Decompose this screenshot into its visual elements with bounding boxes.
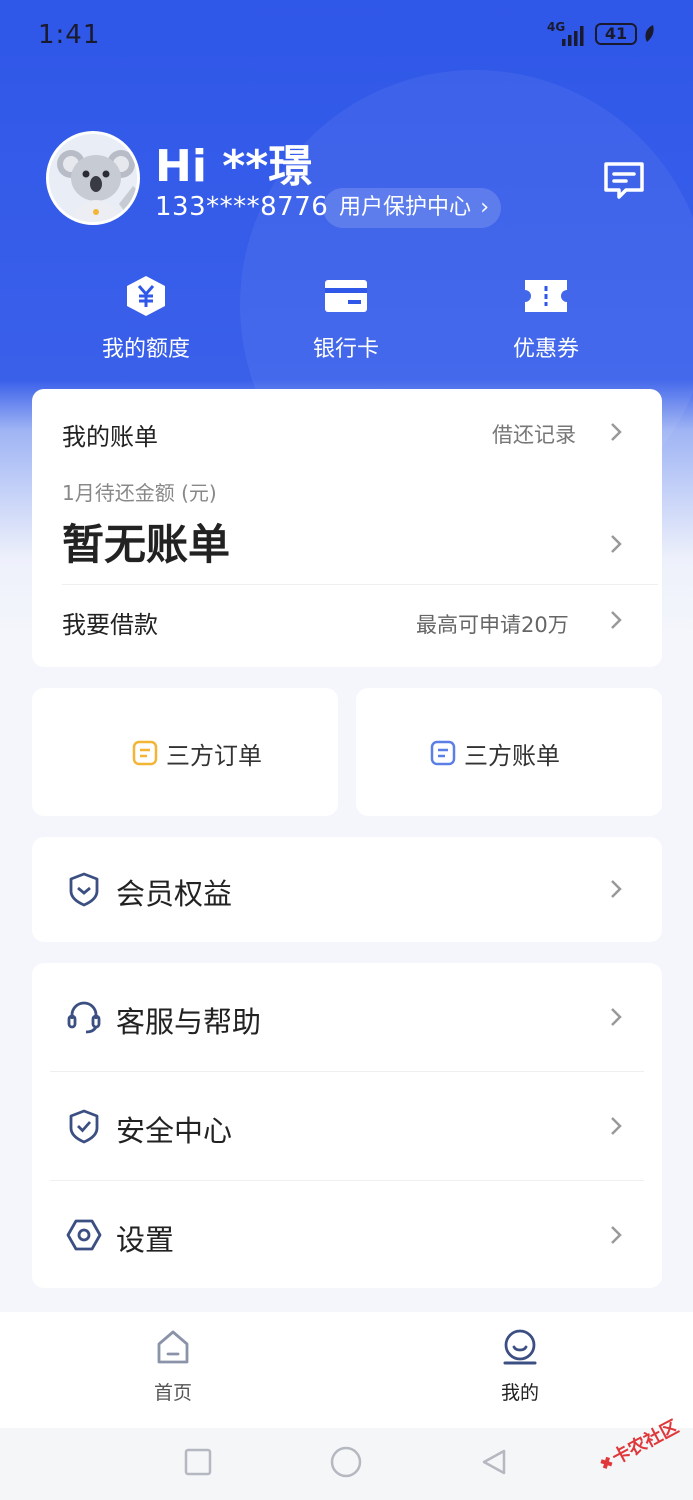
membership-row[interactable]: 会员权益 — [32, 837, 662, 942]
quick-action-coupon[interactable]: 优惠券 — [466, 275, 626, 363]
watermark-logo: 卡农社区 — [590, 1405, 690, 1485]
settings-row[interactable]: 设置 — [32, 1181, 662, 1288]
bills-doc-icon — [430, 740, 456, 766]
chevron-right-icon — [611, 880, 622, 898]
divider — [62, 584, 658, 585]
bank-card-icon — [325, 280, 367, 312]
service-menu-card: 客服与帮助 安全中心 设置 — [32, 963, 662, 1288]
avatar[interactable] — [46, 131, 140, 225]
masked-phone-number: 133****8776 — [155, 192, 329, 222]
battery-indicator: 41 — [595, 23, 637, 45]
home-icon — [157, 1330, 189, 1364]
svg-text:卡农社区: 卡农社区 — [608, 1416, 682, 1469]
security-center-label: 安全中心 — [116, 1114, 233, 1148]
nav-mine-label: 我的 — [500, 1382, 539, 1404]
nav-tab-home[interactable]: 首页 — [120, 1328, 226, 1414]
settings-hexagon-icon — [66, 1219, 102, 1251]
third-party-orders-label: 三方订单 — [166, 742, 262, 770]
third-party-bills-card[interactable]: 三方账单 — [356, 688, 662, 816]
due-amount-value[interactable]: 暂无账单 — [62, 511, 230, 572]
third-party-bills-label: 三方账单 — [464, 742, 560, 770]
power-saving-leaf-icon — [645, 25, 654, 42]
chevron-right-icon — [611, 1226, 622, 1244]
third-party-orders-card[interactable]: 三方订单 — [32, 688, 338, 816]
customer-service-label: 客服与帮助 — [116, 1005, 262, 1039]
message-icon[interactable] — [602, 160, 646, 200]
quick-action-credit-limit[interactable]: 我的额度 — [66, 275, 226, 363]
membership-label: 会员权益 — [116, 877, 233, 911]
settings-label: 设置 — [116, 1223, 175, 1257]
borrow-limit-text: 最高可申请20万 — [416, 613, 569, 637]
quick-action-bank-card[interactable]: 银行卡 — [266, 275, 426, 363]
yuan-hexagon-icon — [127, 276, 165, 316]
headset-icon — [67, 1001, 101, 1034]
quick-action-label: 银行卡 — [312, 337, 379, 362]
quick-action-label: 优惠券 — [512, 337, 579, 362]
bill-title: 我的账单 — [62, 423, 158, 451]
borrow-repay-history-link[interactable]: 借还记录 — [492, 419, 576, 449]
home-button-icon[interactable] — [330, 1446, 362, 1478]
status-bar: 1:41 4G 41 — [0, 0, 693, 70]
nav-tab-mine[interactable]: 我的 — [467, 1328, 573, 1414]
customer-service-row[interactable]: 客服与帮助 — [32, 963, 662, 1071]
security-shield-icon — [69, 1109, 99, 1144]
coupon-icon — [525, 280, 567, 312]
watermark-badge-icon: 卡农社区 — [600, 1416, 682, 1469]
back-button-icon[interactable] — [480, 1448, 508, 1476]
profile-face-icon — [503, 1329, 537, 1365]
chevron-right-icon — [611, 1008, 622, 1026]
chevron-right-icon[interactable] — [610, 534, 622, 554]
due-amount-label: 1月待还金额 (元) — [62, 481, 217, 505]
signal-icon — [562, 26, 584, 46]
chevron-right-icon[interactable] — [610, 422, 622, 442]
borrow-label[interactable]: 我要借款 — [62, 605, 158, 640]
user-protection-center-label: 用户保护中心 — [339, 195, 472, 220]
greeting-title: Hi **璟 — [155, 141, 313, 192]
quick-action-label: 我的额度 — [101, 337, 190, 362]
status-time: 1:41 — [38, 20, 101, 50]
nav-home-label: 首页 — [153, 1382, 192, 1404]
recent-apps-icon[interactable] — [184, 1448, 212, 1476]
orders-doc-icon — [132, 740, 158, 766]
bill-card: 我的账单 借还记录 1月待还金额 (元) 暂无账单 我要借款 最高可申请20万 — [32, 389, 662, 667]
user-protection-center-button[interactable]: 用户保护中心 › — [323, 188, 502, 228]
chevron-right-icon — [611, 1117, 622, 1135]
chevron-right-icon: › — [480, 195, 490, 220]
chevron-right-icon[interactable] — [610, 610, 622, 630]
membership-shield-icon — [69, 872, 99, 907]
security-center-row[interactable]: 安全中心 — [32, 1072, 662, 1180]
